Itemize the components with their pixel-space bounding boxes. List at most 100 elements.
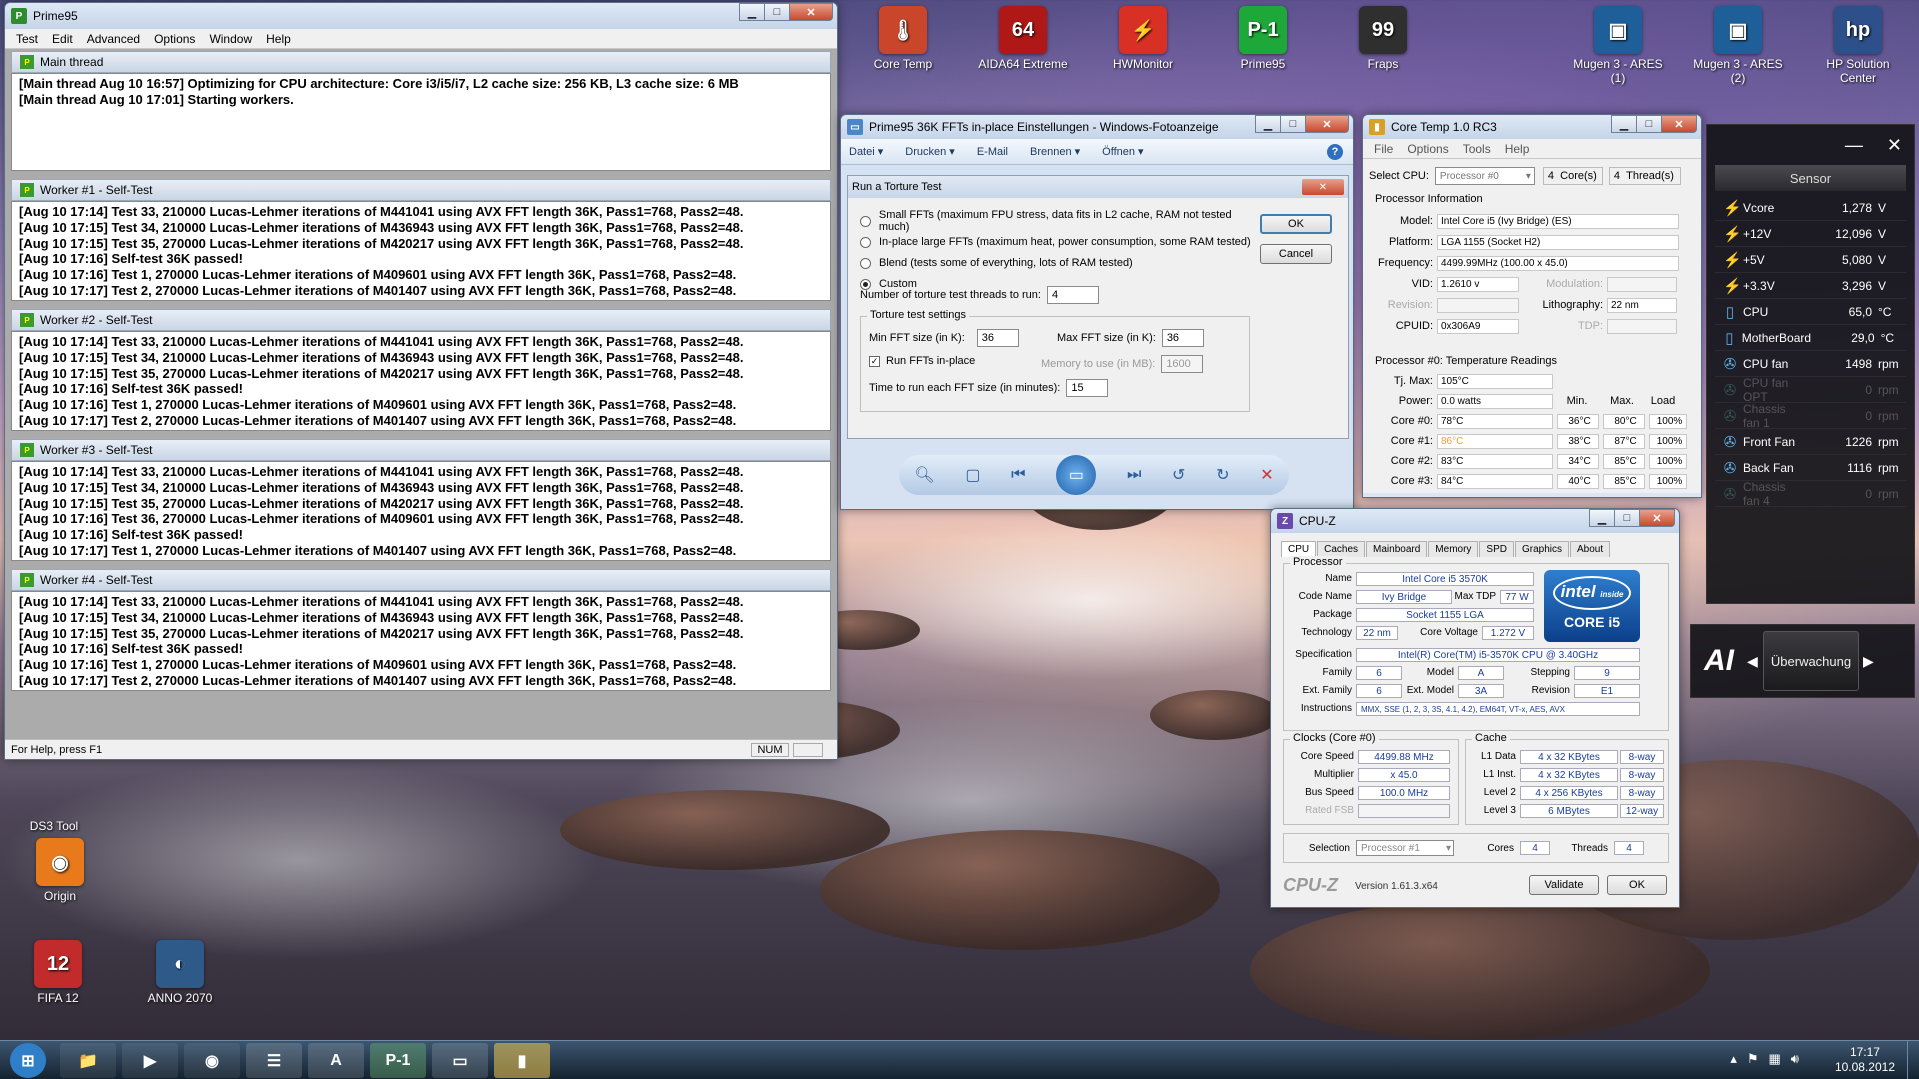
menu-item[interactable]: Help [259,32,298,46]
worker-log[interactable]: [Aug 10 17:14] Test 33, 210000 Lucas-Leh… [11,201,831,301]
worker-header[interactable]: P Worker #3 - Self-Test [11,439,831,461]
show-desktop-button[interactable] [1907,1041,1919,1079]
maximize-button[interactable]: □ [1280,115,1306,133]
network-icon[interactable]: ▦ [1769,1051,1781,1067]
desktop-icon[interactable]: ⚡ HWMonitor [1095,6,1191,71]
selection-dropdown[interactable]: Processor #1 ▾ [1356,840,1454,856]
sensor-row[interactable]: ▯ CPU 65,0 °C [1715,299,1906,325]
minimize-button[interactable]: ▁ [739,3,765,21]
sensor-row[interactable]: ✇ Back Fan 1116 rpm [1715,455,1906,481]
sensor-row[interactable]: ✇ Front Fan 1226 rpm [1715,429,1906,455]
menu-item[interactable]: Edit [45,32,80,46]
torture-option[interactable]: In-place large FFTs (maximum heat, power… [860,233,1260,251]
cpuz-window[interactable]: Z CPU-Z ▁ □ ✕ CPU Caches Mainboard Memory SP… [1270,508,1680,908]
desktop-icon[interactable]: P-1 Prime95 [1215,6,1311,71]
photo-viewer-titlebar[interactable]: ▭ Prime95 36K FFTs in-place Einstellunge… [841,115,1353,139]
tab-graphics[interactable]: Graphics [1514,541,1569,557]
worker-log[interactable]: [Aug 10 17:14] Test 33, 210000 Lucas-Leh… [11,461,831,561]
delete-icon[interactable]: ✕ [1260,465,1273,485]
close-button[interactable]: ✕ [789,3,833,21]
fit-window-icon[interactable]: ▢ [965,465,980,485]
sensor-row[interactable]: ✇ Chassis fan 4 0 rpm [1715,480,1906,508]
minimize-icon[interactable]: — [1845,135,1863,156]
threads-input[interactable]: 4 [1046,286,1099,304]
volume-icon[interactable]: 🔊︎ [1791,1051,1799,1067]
sensor-row[interactable]: ⚡ +12V 12,096 V [1715,221,1906,247]
slideshow-icon[interactable]: ▭ [1056,455,1097,495]
validate-button[interactable]: Validate [1529,875,1599,895]
main-thread-header[interactable]: P Main thread [11,51,831,73]
taskbar-button[interactable]: ▭ [432,1043,488,1078]
worker-header[interactable]: P Worker #2 - Self-Test [11,309,831,331]
ok-button[interactable]: OK [1607,875,1667,895]
desktop-icon[interactable]: 12 FIFA 12 [10,940,106,1005]
sensor-row[interactable]: ⚡ Vcore 1,278 V [1715,195,1906,221]
rotate-right-icon[interactable]: ↻ [1216,465,1229,485]
menu-item[interactable]: Window [202,32,259,46]
toolbar-menu[interactable]: Datei ▾ [849,145,883,158]
close-icon[interactable]: ✕ [1887,135,1902,156]
photo-viewer-window[interactable]: ▭ Prime95 36K FFTs in-place Einstellunge… [840,114,1354,510]
menu-item[interactable]: Advanced [80,32,147,46]
rotate-left-icon[interactable]: ↺ [1172,465,1185,485]
select-cpu-dropdown[interactable]: Processor #0 ▾ [1434,167,1535,185]
sensor-row[interactable]: ✇ CPU fan 1498 rpm [1715,351,1906,377]
clock[interactable]: 17:17 10.08.2012 [1835,1045,1895,1075]
chevron-right-icon[interactable]: ▶ [1859,653,1875,670]
taskbar-button[interactable]: A [308,1043,364,1078]
zoom-icon[interactable]: 🔍︎ [914,465,934,485]
cancel-button[interactable]: Cancel [1260,244,1332,264]
action-center-icon[interactable]: ⚑ [1747,1051,1759,1067]
sensor-row[interactable]: ✇ Chassis fan 1 0 rpm [1715,402,1906,430]
tab-spd[interactable]: SPD [1479,541,1514,557]
prime95-window[interactable]: P Prime95 ▁ □ ✕ Test Edit Advanced Options W… [4,2,838,760]
sensor-row[interactable]: ⚡ +3.3V 3,296 V [1715,273,1906,299]
ok-button[interactable]: OK [1260,214,1332,234]
maximize-button[interactable]: □ [1614,509,1640,527]
help-button[interactable]: ? [1327,143,1343,160]
tab-mainboard[interactable]: Mainboard [1366,541,1428,557]
toolbar-menu[interactable]: E-Mail [977,146,1008,158]
desktop-icon[interactable]: ◐ ANNO 2070 [132,940,228,1005]
tab-memory[interactable]: Memory [1428,541,1479,557]
close-button[interactable]: ✕ [1661,115,1697,133]
maximize-button[interactable]: □ [764,3,790,21]
minimize-button[interactable]: ▁ [1255,115,1281,133]
desktop-icon[interactable]: ▣ Mugen 3 - ARES (2) [1690,6,1786,85]
torture-option[interactable]: Small FFTs (maximum FPU stress, data fit… [860,209,1260,233]
min-fft-input[interactable]: 36 [976,329,1019,347]
inplace-checkbox[interactable]: ✓ [869,355,880,367]
start-button[interactable]: ⊞ [10,1043,46,1078]
next-icon[interactable]: ⏭ [1127,466,1141,484]
max-fft-input[interactable]: 36 [1161,329,1204,347]
torture-option[interactable]: Blend (tests some of everything, lots of… [860,254,1260,272]
desktop-icon[interactable]: 99 Fraps [1335,6,1431,71]
menu-item[interactable]: Test [9,32,45,46]
tab-cpu[interactable]: CPU [1281,541,1317,557]
desktop-icon[interactable]: ◉ Origin [12,838,108,903]
taskbar-button[interactable]: P-1 [370,1043,426,1078]
desktop-icon[interactable]: hp HP Solution Center [1810,6,1906,85]
desktop-icon[interactable]: DS3 Tool [6,768,102,833]
toolbar-menu[interactable]: Drucken ▾ [905,145,955,158]
previous-icon[interactable]: ⏮ [1011,466,1025,484]
minimize-button[interactable]: ▁ [1589,509,1615,527]
worker-header[interactable]: P Worker #4 - Self-Test [11,569,831,591]
taskbar-button[interactable]: ◉ [184,1043,240,1078]
taskbar-button[interactable]: ▶ [122,1043,178,1078]
menu-item[interactable]: Options [147,32,202,46]
maximize-button[interactable]: □ [1636,115,1662,133]
time-input[interactable]: 15 [1066,379,1109,397]
worker-header[interactable]: P Worker #1 - Self-Test [11,179,831,201]
cpuz-titlebar[interactable]: Z CPU-Z ▁ □ ✕ [1271,509,1679,533]
worker-log[interactable]: [Aug 10 17:14] Test 33, 210000 Lucas-Leh… [11,591,831,691]
tray-expand-icon[interactable]: ▴ [1730,1051,1737,1067]
sensor-row[interactable]: ⚡ +5V 5,080 V [1715,247,1906,273]
worker-log[interactable]: [Aug 10 17:14] Test 33, 210000 Lucas-Leh… [11,331,831,431]
menu-item[interactable]: File [1367,142,1400,156]
tab-caches[interactable]: Caches [1317,541,1366,557]
monitor-mode-button[interactable]: Überwachung [1763,631,1859,691]
sensor-row[interactable]: ▯ MotherBoard 29,0 °C [1715,325,1906,351]
tab-about[interactable]: About [1570,541,1611,557]
close-button[interactable]: ✕ [1305,115,1349,133]
